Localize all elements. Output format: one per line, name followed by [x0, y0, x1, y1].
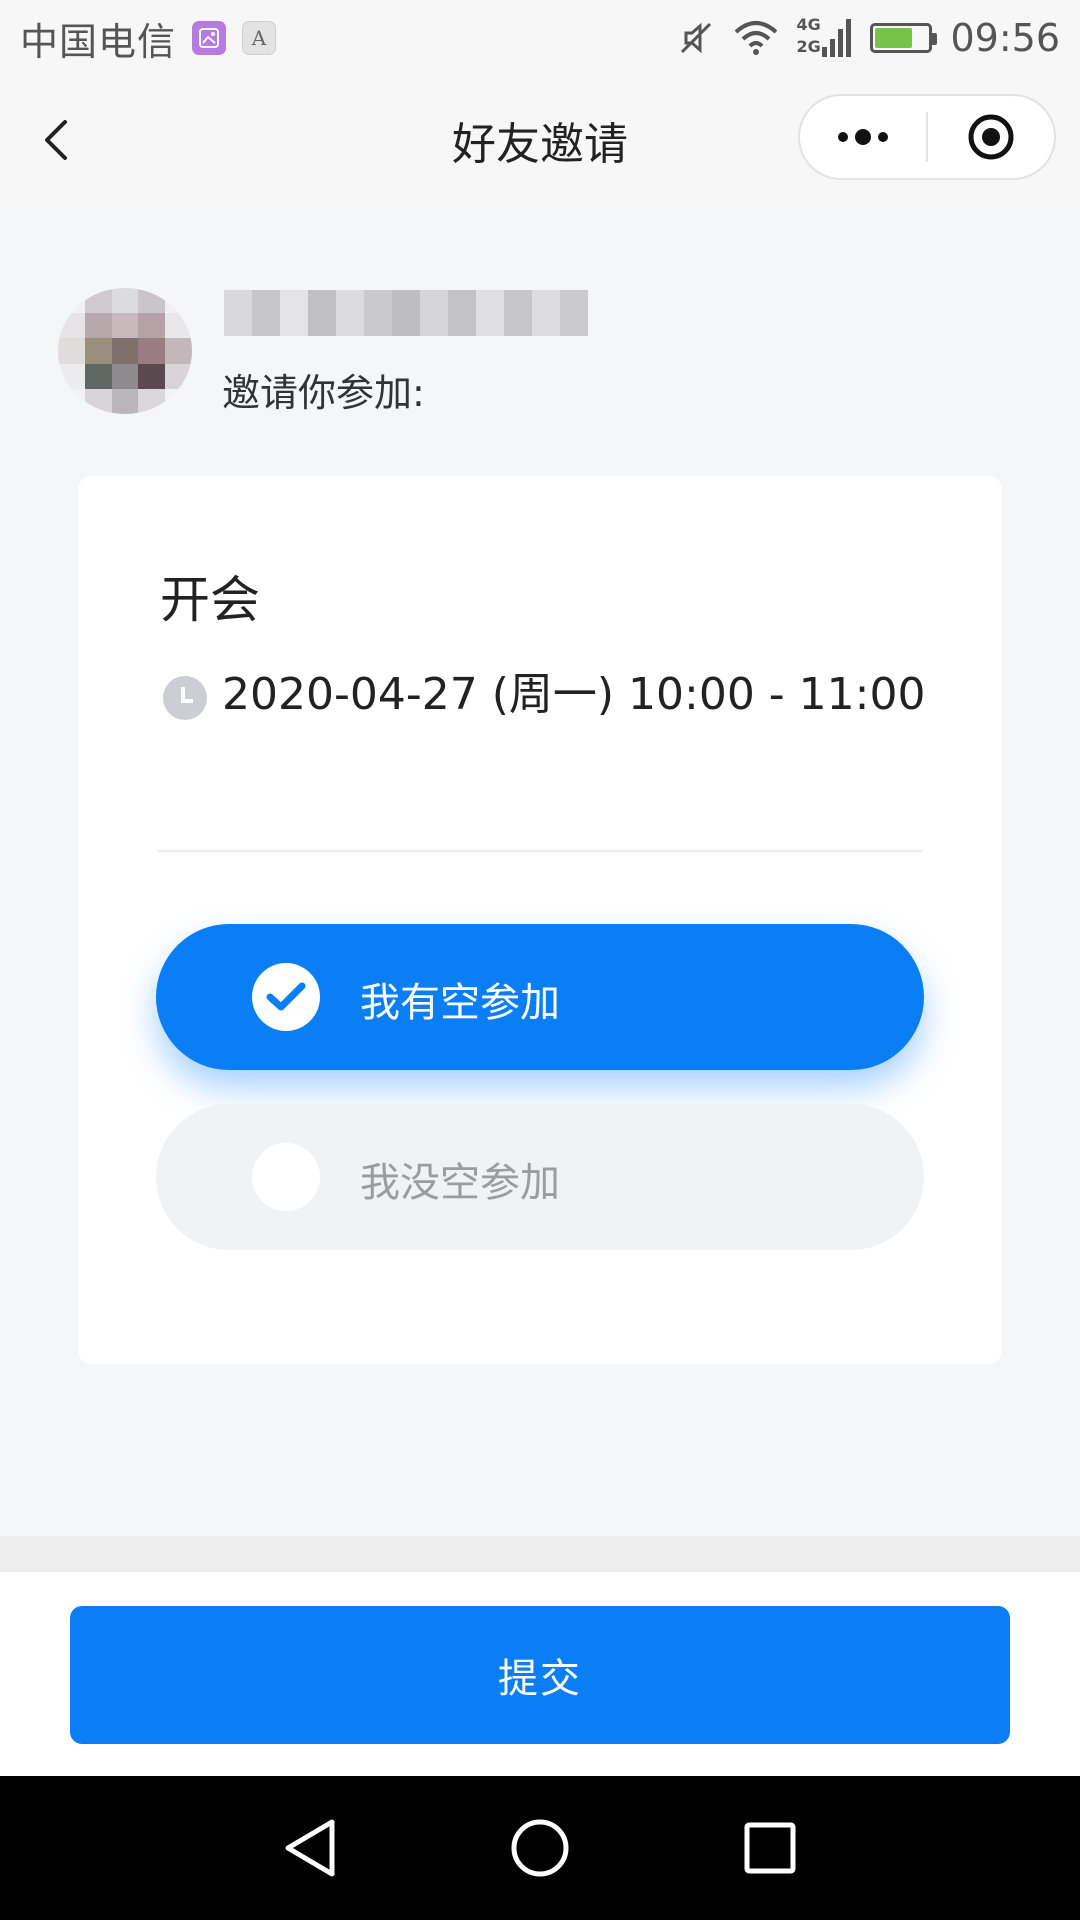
android-nav-bar: [0, 1776, 1080, 1920]
option-available-button[interactable]: 我有空参加: [156, 924, 924, 1070]
battery-icon: [870, 23, 938, 53]
gallery-notification-icon: [192, 21, 227, 55]
footer: 提交: [0, 1572, 1080, 1776]
target-circle-icon: [968, 114, 1014, 160]
back-button[interactable]: [28, 112, 84, 168]
avatar: [58, 288, 192, 414]
card-divider: [158, 850, 922, 852]
footer-separator: [0, 1536, 1080, 1572]
status-bar: 中国电信 A 4G 2G 09:56: [0, 0, 1080, 76]
invite-text: 邀请你参加:: [222, 371, 425, 415]
mute-icon: [681, 22, 712, 54]
status-time: 09:56: [950, 16, 1060, 60]
option-available-label: 我有空参加: [360, 980, 560, 1026]
android-back-button[interactable]: [280, 1818, 340, 1878]
circle-home-icon: [511, 1819, 569, 1877]
close-miniprogram-button[interactable]: [928, 96, 1054, 178]
miniprogram-capsule: [798, 94, 1056, 180]
wifi-icon: [735, 21, 778, 55]
more-button[interactable]: [800, 96, 926, 178]
event-title: 开会: [160, 571, 260, 629]
triangle-back-icon: [285, 1819, 335, 1877]
android-recents-button[interactable]: [740, 1818, 800, 1878]
network-4g-label: 4G: [796, 15, 821, 34]
submit-button[interactable]: 提交: [70, 1606, 1010, 1744]
network-2g-label: 2G: [796, 37, 821, 56]
keyboard-notification-icon: A: [242, 21, 277, 55]
android-home-button[interactable]: [510, 1818, 570, 1878]
inviter-section: 邀请你参加:: [58, 288, 1018, 418]
chevron-left-icon: [45, 120, 67, 160]
clock-icon: [163, 676, 207, 720]
carrier-name: 中国电信: [20, 19, 177, 64]
check-icon: [266, 982, 306, 1011]
inviter-name-blurred: [224, 290, 588, 336]
event-card: 开会 2020-04-27 (周一) 10:00 - 11:00 我有空参加 我…: [78, 476, 1002, 1364]
radio-checked: [252, 963, 320, 1031]
radio-unchecked: [252, 1143, 320, 1211]
page-title: 好友邀请: [452, 119, 628, 170]
event-datetime: 2020-04-27 (周一) 10:00 - 11:00: [222, 669, 926, 720]
event-time-row: 2020-04-27 (周一) 10:00 - 11:00: [162, 658, 925, 722]
cell-signal-icon: 4G 2G: [796, 15, 852, 59]
square-recents-icon: [744, 1822, 796, 1874]
nav-bar: 好友邀请: [0, 76, 1080, 204]
option-unavailable-label: 我没空参加: [360, 1160, 560, 1206]
option-unavailable-button[interactable]: 我没空参加: [156, 1104, 924, 1250]
more-dots-icon: [838, 129, 888, 145]
